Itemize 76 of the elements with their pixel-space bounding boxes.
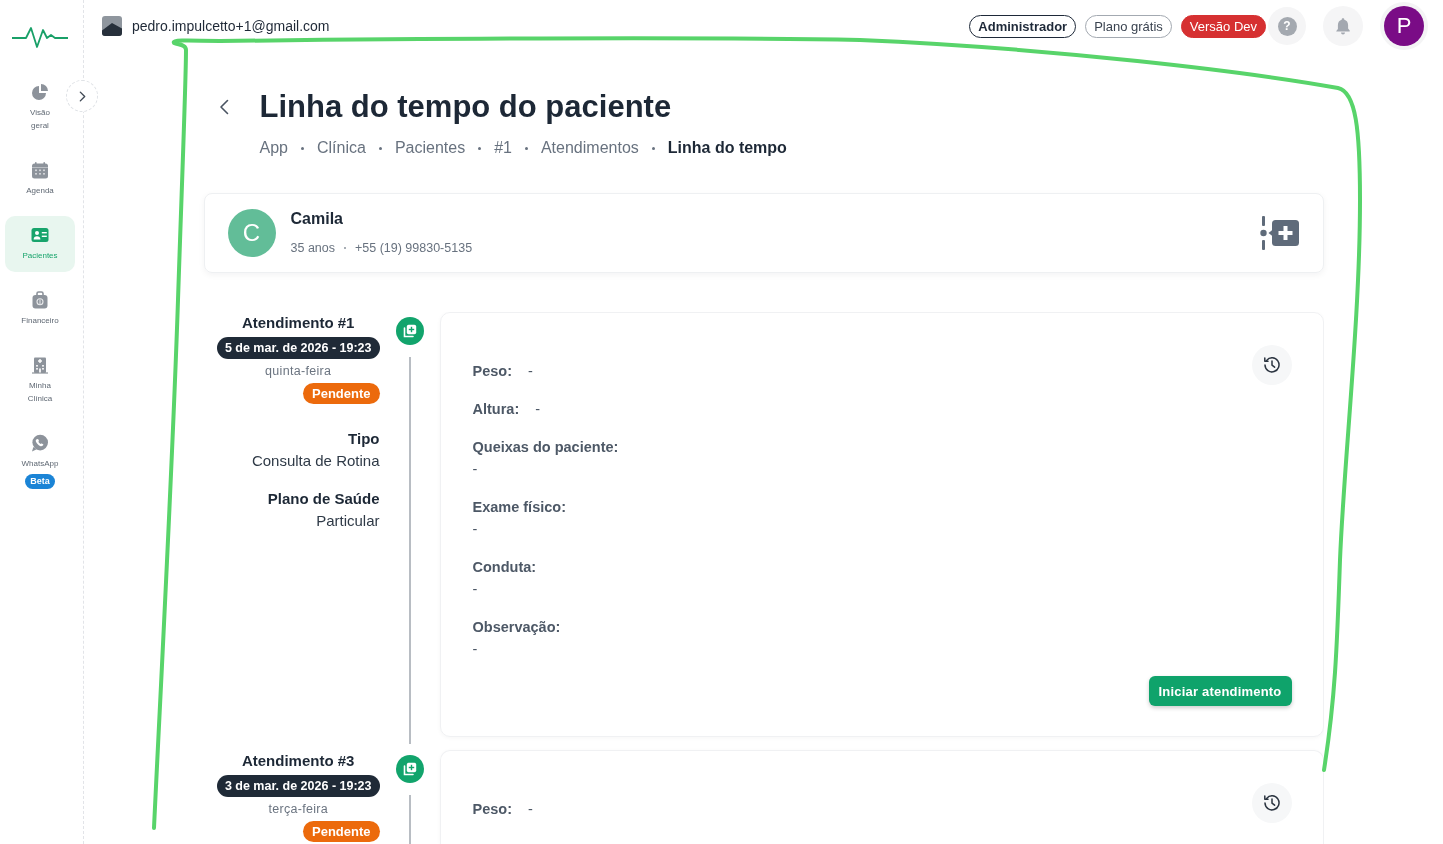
breadcrumb-link[interactable]: #1 [494,137,512,159]
sidebar-item[interactable]: Agenda [20,151,60,207]
patient-name: Camila [290,209,344,229]
date-pill: 3 de mar. de 2026 - 19:23 [216,775,380,797]
account-badge: Versão Dev [1180,14,1266,38]
breadcrumb-current: Linha do tempo [667,138,787,158]
copy-plus-icon [402,324,417,338]
appointment-title: Atendimento #1 [241,313,355,333]
detail-value: Consulta de Rotina [251,451,380,471]
sidebar-item[interactable]: Pacientes [5,216,75,272]
user-avatar[interactable]: P [1380,2,1428,50]
chevron-left-icon [218,99,229,115]
breadcrumb-link[interactable]: Pacientes [394,137,466,159]
patient-phone: +55 (19) 99830-5135 [355,240,473,257]
field-label: Observação: [472,618,561,637]
money-bag-icon [31,291,49,309]
heartbeat-logo-icon [12,25,68,49]
field-label: Exame físico: [472,498,566,517]
field-label: Altura: [472,400,520,419]
sidebar-item[interactable]: Visão geral [24,73,56,142]
breadcrumb-link[interactable]: Clínica [316,137,366,159]
add-timeline-entry-button[interactable] [1259,216,1300,250]
copy-plus-icon [402,762,417,776]
sidebar-toggle-button[interactable] [66,80,98,112]
breadcrumb-link[interactable]: Atendimentos [540,137,639,159]
weekday-text: terça-feira [268,801,328,817]
building-icon [31,356,49,374]
timeline-line [408,795,411,844]
field-value: - [535,400,541,419]
separator-dot-icon [478,146,482,150]
field-value: - [472,580,478,599]
pie-chart-icon [31,83,49,101]
patient-avatar: C [227,209,276,257]
bell-icon [1334,17,1352,35]
history-button[interactable] [1251,345,1292,385]
field-label: Conduta: [472,558,537,577]
start-appointment-button[interactable]: Iniciar atendimento [1148,676,1292,706]
separator-dot-icon [524,146,528,150]
history-icon [1261,355,1282,375]
chevron-right-icon [78,90,86,102]
field-label: Peso: [472,362,512,381]
field-value: - [472,640,478,659]
calendar-icon [31,161,49,179]
sidebar-item[interactable]: Financeiro [15,281,65,337]
separator-dot-icon [300,146,304,150]
breadcrumb-link[interactable]: App [259,137,288,159]
page-title: Linha do tempo do paciente [259,88,672,126]
appointment-title: Atendimento #3 [241,751,355,771]
timeline-add-icon [1259,216,1300,250]
detail-value: Particular [316,511,380,531]
add-record-button[interactable] [395,317,424,345]
sidebar-item[interactable]: WhatsApp [15,424,65,473]
weekday-text: quinta-feira [265,363,332,379]
separator-dot-icon [651,146,655,150]
mountain-image-icon [102,16,122,36]
detail-label: Plano de Saúde [267,489,380,509]
field-label: Queixas do paciente: [472,438,619,457]
field-value: - [528,800,533,819]
patient-age: 35 anos [290,240,335,257]
history-button[interactable] [1251,783,1292,823]
separator-dot-icon [378,146,382,150]
detail-label: Tipo [348,429,380,449]
field-label: Peso: [472,800,512,819]
beta-badge: Beta [25,474,55,489]
field-value: - [472,520,478,539]
field-value: - [528,362,533,381]
id-card-icon [31,226,49,244]
sidebar-item[interactable]: Minha Clínica [21,346,59,415]
history-icon [1261,793,1282,813]
status-badge: Pendente [303,383,380,404]
field-value: - [472,460,478,479]
date-pill: 5 de mar. de 2026 - 19:23 [216,337,380,359]
add-record-button[interactable] [395,755,424,783]
status-badge: Pendente [303,821,380,842]
chat-phone-icon [31,434,49,452]
account-email: pedro.impulcetto+1@gmail.com [132,18,330,34]
